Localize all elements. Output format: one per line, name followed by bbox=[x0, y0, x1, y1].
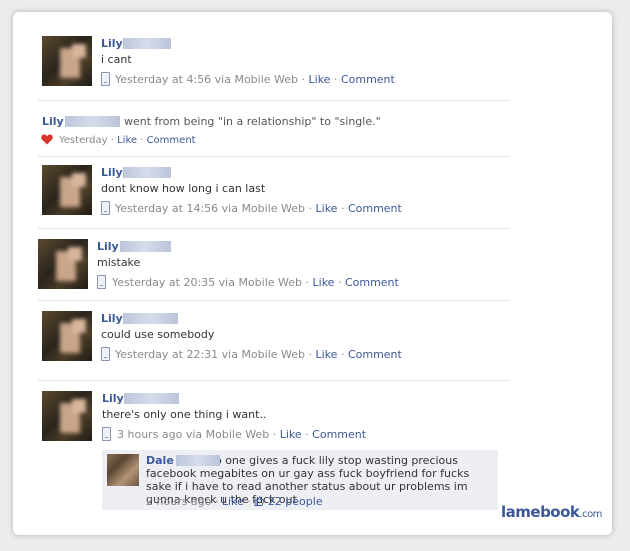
divider bbox=[38, 100, 510, 101]
post-timestamp[interactable]: Yesterday at 4:56 via Mobile Web bbox=[115, 73, 298, 86]
divider bbox=[38, 300, 510, 301]
post-text: dont know how long i can last bbox=[101, 182, 266, 195]
comment-link[interactable]: Comment bbox=[341, 73, 395, 86]
mobile-phone-icon bbox=[101, 347, 110, 361]
like-link[interactable]: Like bbox=[313, 276, 335, 289]
thumbs-up-icon bbox=[254, 496, 265, 506]
mobile-phone-icon bbox=[97, 275, 106, 289]
censored-surname bbox=[65, 116, 120, 127]
like-link[interactable]: Like bbox=[280, 428, 302, 441]
avatar[interactable] bbox=[42, 391, 92, 441]
like-link[interactable]: Like bbox=[316, 202, 338, 215]
story-text: went from being "in a relationship" to "… bbox=[124, 115, 381, 128]
post-timestamp[interactable]: 3 hours ago via Mobile Web bbox=[117, 428, 269, 441]
like-link[interactable]: Like bbox=[309, 73, 331, 86]
like-link[interactable]: Like bbox=[316, 348, 338, 361]
censored-surname bbox=[123, 313, 178, 324]
avatar[interactable] bbox=[38, 239, 88, 289]
censored-surname bbox=[123, 38, 171, 49]
censored-surname bbox=[176, 455, 220, 466]
divider bbox=[38, 380, 510, 381]
comment-link[interactable]: Comment bbox=[312, 428, 366, 441]
like-link[interactable]: Like bbox=[117, 135, 137, 146]
mobile-phone-icon bbox=[102, 427, 111, 441]
story-author-name[interactable]: Lily bbox=[42, 115, 64, 128]
comment-link[interactable]: Comment bbox=[348, 202, 402, 215]
comment-link[interactable]: Comment bbox=[345, 276, 399, 289]
post-text: i cant bbox=[101, 53, 132, 66]
post-timestamp[interactable]: Yesterday at 14:56 via Mobile Web bbox=[115, 202, 305, 215]
post-text: there's only one thing i want.. bbox=[102, 408, 267, 421]
like-link[interactable]: Like bbox=[222, 495, 244, 508]
post-author-name[interactable]: Lily bbox=[97, 240, 119, 253]
comment-item: no one gives a fuck lily stop wasting pr… bbox=[102, 450, 498, 510]
mobile-phone-icon bbox=[101, 72, 110, 86]
post-author-name[interactable]: Lily bbox=[101, 37, 123, 50]
post-timestamp[interactable]: Yesterday at 22:31 via Mobile Web bbox=[115, 348, 305, 361]
avatar[interactable] bbox=[42, 165, 92, 215]
post-author-name[interactable]: Lily bbox=[102, 392, 124, 405]
lamebook-watermark: lamebook.com bbox=[501, 503, 602, 521]
story-timestamp[interactable]: Yesterday bbox=[59, 135, 108, 146]
avatar[interactable] bbox=[42, 311, 92, 361]
divider bbox=[38, 156, 510, 157]
censored-surname bbox=[123, 167, 171, 178]
comment-author-name[interactable]: Dale bbox=[146, 454, 174, 467]
censored-surname bbox=[120, 241, 171, 252]
avatar[interactable] bbox=[42, 36, 92, 86]
comment-link[interactable]: Comment bbox=[147, 135, 196, 146]
likes-count-link[interactable]: 22 people bbox=[268, 495, 323, 508]
comment-link[interactable]: Comment bbox=[348, 348, 402, 361]
post-meta: Yesterday at 4:56 via Mobile Web · Like … bbox=[115, 73, 395, 86]
comment-avatar[interactable] bbox=[107, 454, 139, 486]
comment-meta: 2 hours ago · Like · 22 people bbox=[146, 495, 323, 508]
divider bbox=[38, 228, 510, 229]
post-author-name[interactable]: Lily bbox=[101, 166, 123, 179]
post-meta: 3 hours ago via Mobile Web · Like · Comm… bbox=[117, 428, 367, 441]
mobile-phone-icon bbox=[101, 201, 110, 215]
post-text: mistake bbox=[97, 256, 141, 269]
post-meta: Yesterday at 14:56 via Mobile Web · Like… bbox=[115, 202, 402, 215]
post-meta: Yesterday at 22:31 via Mobile Web · Like… bbox=[115, 348, 402, 361]
post-author-name[interactable]: Lily bbox=[101, 312, 123, 325]
post-text: could use somebody bbox=[101, 328, 215, 341]
broken-heart-icon bbox=[41, 134, 53, 145]
post-meta: Yesterday at 20:35 via Mobile Web · Like… bbox=[112, 276, 399, 289]
censored-surname bbox=[124, 393, 179, 404]
story-meta: Yesterday · Like · Comment bbox=[59, 135, 196, 146]
comment-timestamp[interactable]: 2 hours ago bbox=[146, 495, 211, 508]
post-timestamp[interactable]: Yesterday at 20:35 via Mobile Web bbox=[112, 276, 302, 289]
